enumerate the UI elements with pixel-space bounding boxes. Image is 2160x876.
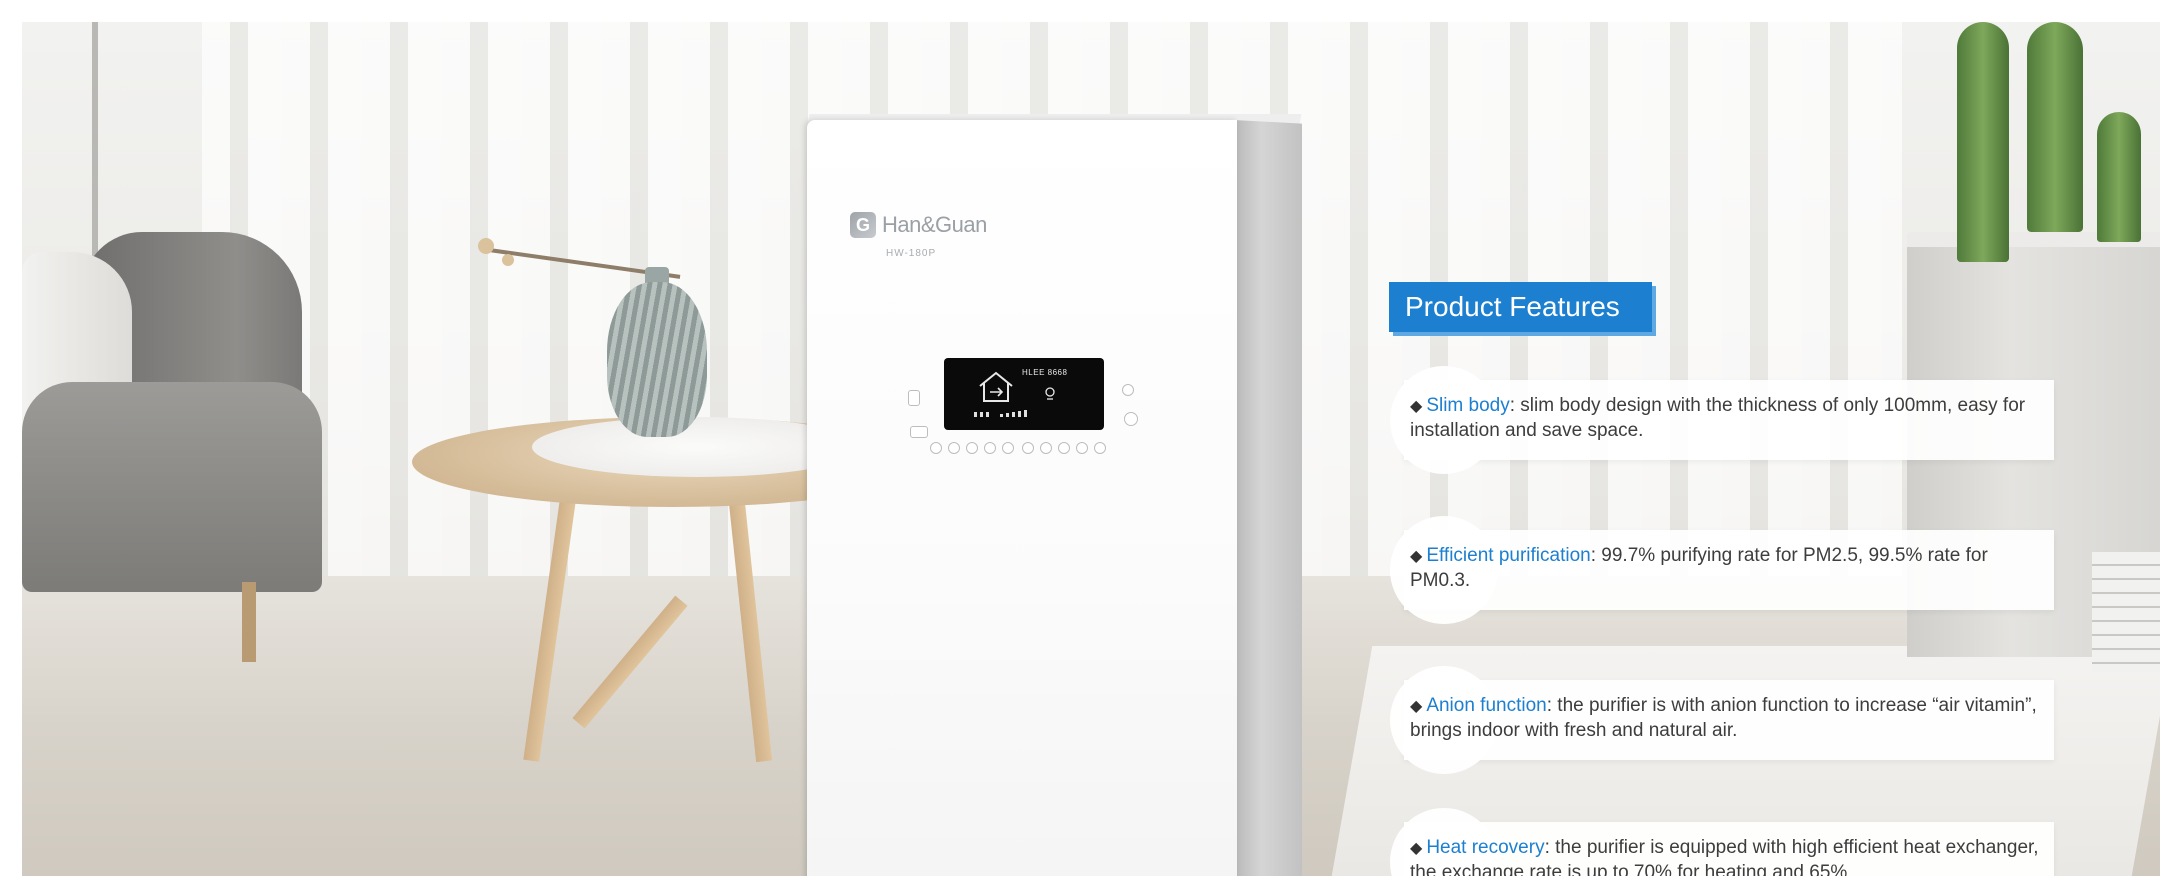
feature-item-slim-body: ◆ Slim body: slim body design with the th… bbox=[1390, 366, 2054, 474]
sofa-image bbox=[22, 212, 342, 662]
sofa-leg bbox=[242, 582, 256, 662]
flower-bud bbox=[478, 238, 494, 254]
house-icon bbox=[979, 371, 1013, 402]
control-key[interactable] bbox=[1040, 442, 1052, 454]
feature-item-heat-recovery: ◆ Heat recovery: the purifier is equipped… bbox=[1390, 808, 2054, 876]
feature-name: Heat recovery bbox=[1426, 837, 1545, 858]
control-key[interactable] bbox=[1002, 442, 1014, 454]
model-number: HW-180P bbox=[886, 248, 937, 259]
control-key[interactable] bbox=[1022, 442, 1034, 454]
control-key[interactable] bbox=[1058, 442, 1070, 454]
speed-button[interactable] bbox=[1124, 412, 1138, 426]
brand-logo-icon: G bbox=[850, 212, 876, 238]
feature-text: ◆ Heat recovery: the purifier is equipped… bbox=[1410, 836, 2050, 876]
display-status-text: HLEE 8668 bbox=[1022, 368, 1068, 377]
vase bbox=[607, 282, 707, 437]
control-key[interactable] bbox=[966, 442, 978, 454]
cactus bbox=[1957, 22, 2009, 262]
diamond-bullet-icon: ◆ bbox=[1410, 398, 1423, 415]
feature-name: Anion function bbox=[1426, 695, 1547, 716]
control-key[interactable] bbox=[1094, 442, 1106, 454]
flower-bud bbox=[502, 254, 514, 266]
diamond-bullet-icon: ◆ bbox=[1410, 698, 1423, 715]
hero-banner: G Han&Guan HW-180P HLEE 8668 Product Fea… bbox=[22, 22, 2160, 876]
signal-bars bbox=[974, 410, 1027, 417]
feature-name: Slim body bbox=[1426, 395, 1510, 416]
control-key[interactable] bbox=[1076, 442, 1088, 454]
brand-logo: G Han&Guan bbox=[850, 212, 987, 238]
feature-text: ◆ Slim body: slim body design with the th… bbox=[1410, 394, 2050, 443]
feature-text: ◆ Efficient purification: 99.7% purifying… bbox=[1410, 544, 2050, 593]
cactus bbox=[2027, 22, 2083, 232]
feature-item-anion-function: ◆ Anion function: the purifier is with an… bbox=[1390, 666, 2054, 774]
diamond-bullet-icon: ◆ bbox=[1410, 840, 1423, 857]
diamond-bullet-icon: ◆ bbox=[1410, 548, 1423, 565]
sofa-arm bbox=[22, 382, 322, 592]
control-key[interactable] bbox=[984, 442, 996, 454]
cactus bbox=[2097, 112, 2141, 242]
books bbox=[2092, 552, 2160, 672]
brand-name: Han&Guan bbox=[882, 212, 987, 237]
device-lcd-display: HLEE 8668 bbox=[944, 358, 1104, 430]
feature-text: ◆ Anion function: the purifier is with an… bbox=[1410, 694, 2050, 743]
feature-name: Efficient purification bbox=[1426, 545, 1591, 566]
filter-button[interactable] bbox=[910, 426, 928, 438]
power-button[interactable] bbox=[908, 390, 920, 406]
fan-icon bbox=[1045, 387, 1055, 400]
control-key[interactable] bbox=[948, 442, 960, 454]
features-section-title: Product Features bbox=[1389, 282, 1652, 332]
device-side-panel bbox=[1234, 120, 1302, 876]
mode-button[interactable] bbox=[1122, 384, 1134, 396]
control-key[interactable] bbox=[930, 442, 942, 454]
feature-item-efficient-purification: ◆ Efficient purification: 99.7% purifying… bbox=[1390, 516, 2054, 624]
